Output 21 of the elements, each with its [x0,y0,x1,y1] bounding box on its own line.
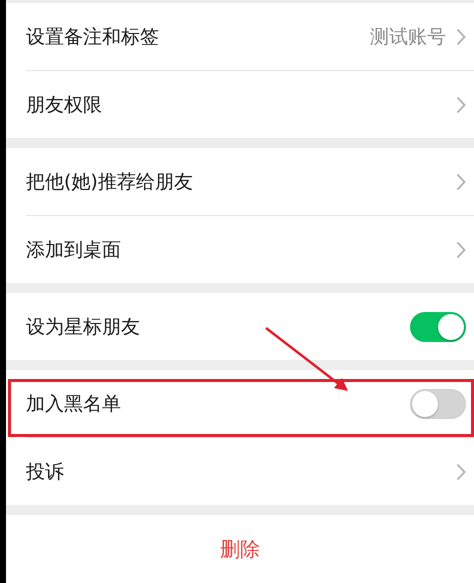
chevron-right-icon [456,96,466,114]
chevron-right-icon [456,172,466,190]
toggle-switch[interactable] [410,312,466,342]
settings-item[interactable]: 朋友权限 [26,70,474,138]
toggle-switch[interactable] [410,388,466,418]
chevron-right-icon [456,28,466,46]
settings-item[interactable]: 设置备注和标签 测试账号 [26,3,474,70]
item-label: 设为星标朋友 [26,314,141,340]
settings-item[interactable]: 把他(她)推荐给朋友 [26,148,474,215]
chevron-right-icon [456,240,466,258]
settings-item[interactable]: 投诉 [26,437,474,505]
item-label: 加入黑名单 [26,392,122,416]
item-label: 朋友权限 [26,92,103,118]
chevron-right-icon [456,462,466,480]
item-label: 添加到桌面 [26,238,122,262]
item-label: 投诉 [26,460,65,484]
item-label: 设置备注和标签 [26,24,160,50]
item-value: 测试账号 [370,24,446,50]
item-label: 把他(她)推荐给朋友 [26,170,194,194]
settings-item[interactable]: 添加到桌面 [26,215,474,283]
delete-button[interactable]: 删除 [6,515,474,583]
